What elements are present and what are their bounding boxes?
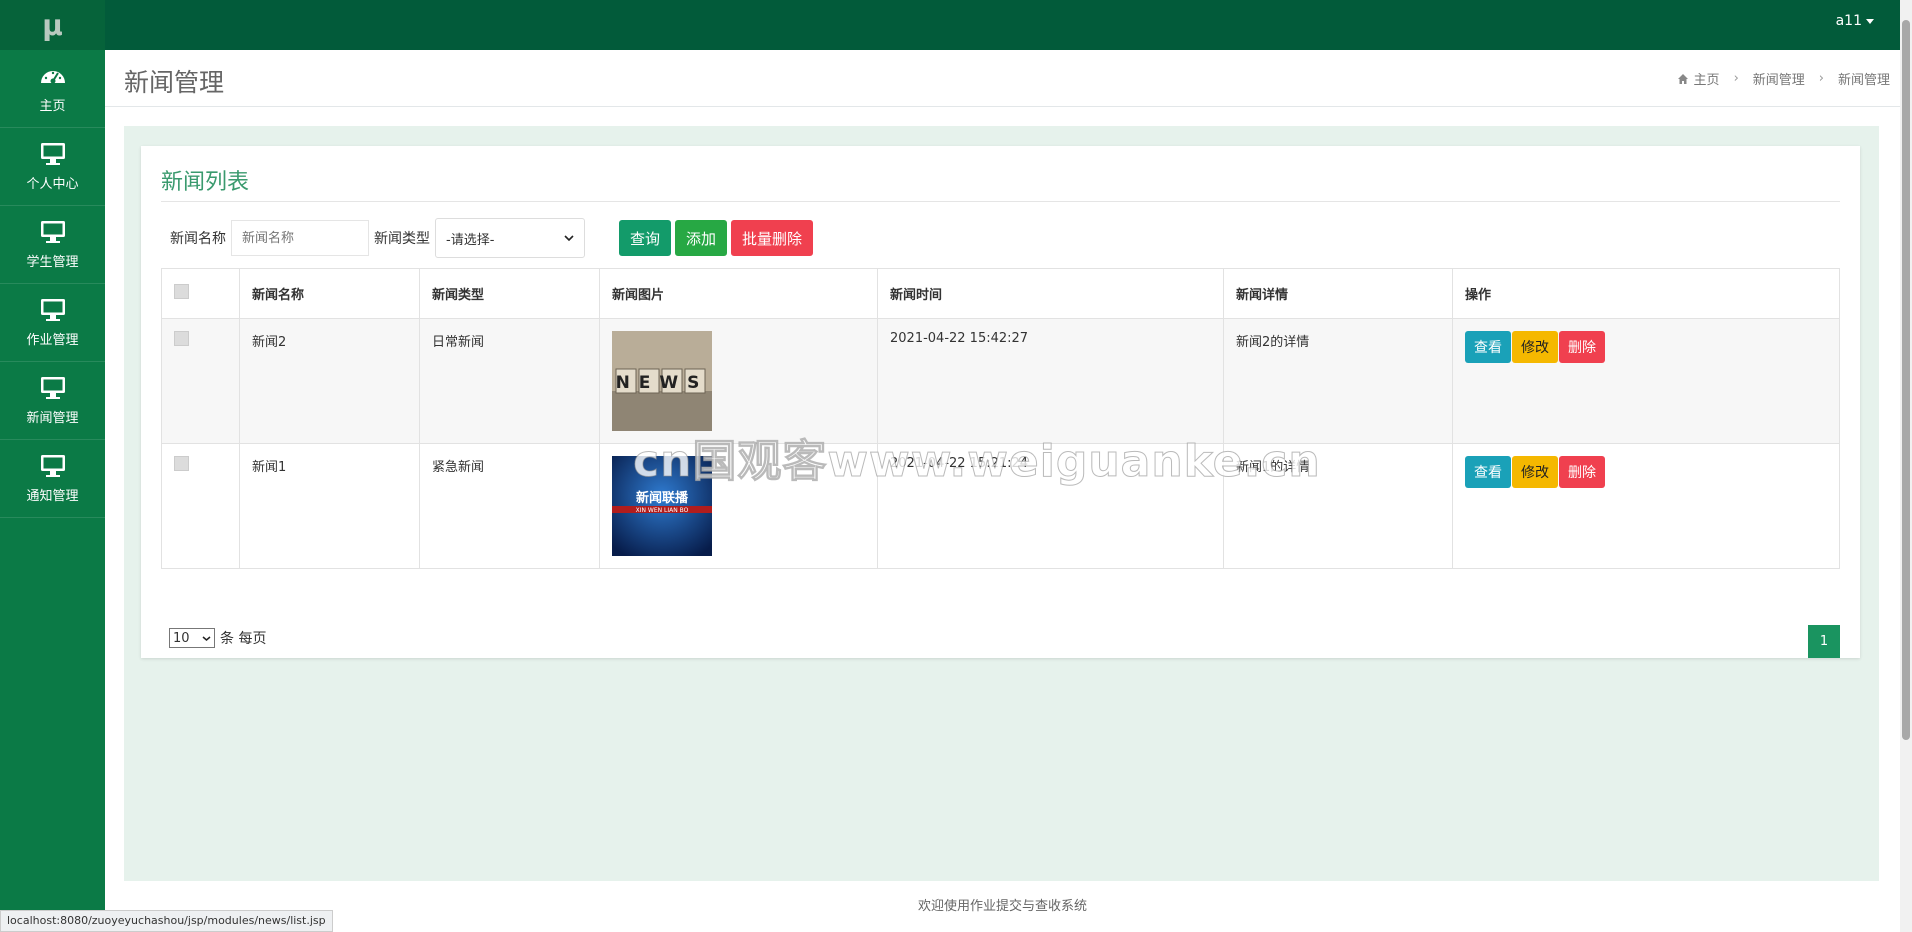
breadcrumb: 主页 › 新闻管理 › 新闻管理 [1677, 69, 1890, 88]
news-name-input[interactable] [231, 220, 369, 256]
add-button[interactable]: 添加 [675, 220, 728, 256]
page-size-control: 10 条 每页 [169, 628, 266, 648]
content-area: 新闻列表 新闻名称 新闻类型 -请选择- 查询 添加 批量删除 新闻名称 [124, 126, 1879, 881]
watermark: cn国观客www.weiguanke.cn [633, 436, 1321, 488]
news-type-cell: 日常新闻 [419, 318, 600, 444]
news-name-label: 新闻名称 [170, 231, 226, 247]
page-1-button[interactable]: 1 [1808, 625, 1840, 658]
monitor-icon [40, 455, 65, 477]
news-table: 新闻名称 新闻类型 新闻图片 新闻时间 新闻详情 操作 新闻2 日常新闻 NEW… [161, 268, 1840, 569]
table-header-row: 新闻名称 新闻类型 新闻图片 新闻时间 新闻详情 操作 [161, 268, 1840, 319]
top-navbar: a11 [105, 0, 1912, 50]
actions-cell: 查看 修改 删除 [1452, 318, 1840, 444]
scrollbar[interactable] [1900, 0, 1912, 932]
monitor-icon [40, 143, 65, 165]
select-all-cell [161, 268, 240, 319]
sidebar-item-home[interactable]: 主页 [0, 50, 105, 128]
thumbnail-subtext: XIN WEN LIAN BO [636, 507, 689, 514]
news-thumbnail-image: NEWS [612, 331, 712, 431]
sidebar-item-label: 作业管理 [26, 333, 79, 348]
user-menu[interactable]: a11 [1836, 13, 1874, 29]
sidebar-item-label: 学生管理 [26, 255, 79, 270]
row-checkbox[interactable] [174, 331, 189, 346]
row-checkbox-cell [161, 443, 240, 569]
column-header: 新闻名称 [239, 268, 420, 319]
news-type-cell: 紧急新闻 [419, 443, 600, 569]
news-type-select[interactable]: -请选择- [435, 218, 585, 258]
sidebar-item-label: 新闻管理 [26, 411, 79, 426]
breadcrumb-separator-icon: › [1733, 71, 1739, 86]
chevron-down-icon [564, 235, 574, 242]
row-checkbox[interactable] [174, 456, 189, 471]
sidebar-item-students[interactable]: 学生管理 [0, 206, 105, 284]
view-button[interactable]: 查看 [1465, 331, 1511, 363]
divider [161, 201, 1840, 202]
view-button[interactable]: 查看 [1465, 456, 1511, 488]
news-name-cell: 新闻2 [239, 318, 420, 444]
select-all-checkbox[interactable] [174, 284, 189, 299]
caret-down-icon [1866, 18, 1874, 24]
page-size-select[interactable]: 10 [169, 628, 215, 648]
sidebar-item-label: 个人中心 [26, 177, 79, 192]
monitor-icon [40, 221, 65, 243]
sidebar-item-label: 通知管理 [26, 489, 79, 504]
sidebar-item-homework[interactable]: 作业管理 [0, 284, 105, 362]
status-bar-url: localhost:8080/zuoyeyuchashou/jsp/module… [0, 910, 333, 932]
news-type-label: 新闻类型 [374, 231, 430, 247]
column-header: 操作 [1452, 268, 1840, 319]
search-form: 新闻名称 新闻类型 -请选择- 查询 添加 批量删除 [170, 218, 817, 258]
thumbnail-text: NEWS [616, 373, 709, 393]
page-header: 新闻管理 主页 › 新闻管理 › 新闻管理 [105, 50, 1900, 107]
breadcrumb-item[interactable]: 新闻管理 [1753, 69, 1805, 88]
sidebar: μ 主页 个人中心 学生管理 作业管理 新闻管理 通知管理 [0, 0, 105, 932]
news-type-selected: -请选择- [446, 232, 495, 248]
news-list-card: 新闻列表 新闻名称 新闻类型 -请选择- 查询 添加 批量删除 新闻名称 [141, 146, 1860, 658]
dashboard-icon [40, 71, 65, 84]
home-icon [1677, 73, 1688, 84]
delete-button[interactable]: 删除 [1559, 456, 1605, 488]
query-button[interactable]: 查询 [619, 220, 672, 256]
breadcrumb-current: 新闻管理 [1837, 73, 1890, 88]
batch-delete-button[interactable]: 批量删除 [731, 220, 814, 256]
app-logo: μ [0, 0, 105, 50]
sidebar-item-news[interactable]: 新闻管理 [0, 362, 105, 440]
thumbnail-text: 新闻联播 [636, 490, 689, 506]
page-size-label: 条 每页 [220, 631, 267, 647]
page-title: 新闻管理 [124, 68, 225, 97]
chevron-down-icon [202, 635, 211, 641]
column-header: 新闻类型 [419, 268, 600, 319]
page-size-value: 10 [173, 630, 190, 646]
row-checkbox-cell [161, 318, 240, 444]
username: a11 [1835, 13, 1862, 29]
delete-button[interactable]: 删除 [1559, 331, 1605, 363]
footer: 欢迎使用作业提交与查收系统 [105, 882, 1900, 932]
sidebar-item-profile[interactable]: 个人中心 [0, 128, 105, 206]
scrollbar-thumb[interactable] [1902, 20, 1910, 740]
monitor-icon [40, 377, 65, 399]
column-header: 新闻时间 [877, 268, 1224, 319]
actions-cell: 查看 修改 删除 [1452, 443, 1840, 569]
news-name-cell: 新闻1 [239, 443, 420, 569]
card-title: 新闻列表 [161, 170, 250, 195]
edit-button[interactable]: 修改 [1512, 456, 1558, 488]
column-header: 新闻详情 [1223, 268, 1453, 319]
breadcrumb-separator-icon: › [1818, 71, 1824, 86]
monitor-icon [40, 299, 65, 321]
column-header: 新闻图片 [599, 268, 878, 319]
sidebar-item-label: 主页 [39, 99, 66, 114]
breadcrumb-home[interactable]: 主页 [1694, 69, 1720, 88]
edit-button[interactable]: 修改 [1512, 331, 1558, 363]
sidebar-item-notices[interactable]: 通知管理 [0, 440, 105, 518]
